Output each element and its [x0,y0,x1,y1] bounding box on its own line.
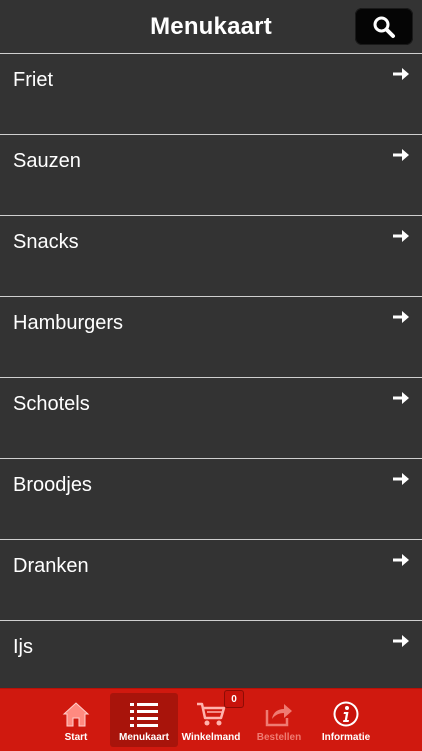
menu-item-schotels[interactable]: Schotels [0,377,422,458]
menu-item-label: Schotels [13,393,90,415]
list-icon [129,699,159,729]
top-bar: Menukaart [0,0,422,53]
arrow-right-icon [393,311,409,323]
arrow-right-icon [393,635,409,647]
menu-item-label: Hamburgers [13,312,124,334]
arrow-right-icon [393,230,409,242]
menu-item-label: Dranken [13,555,89,577]
tab-bar: Start Menukaart Winkelmand Bestellen Inf… [0,688,422,751]
menu-item-broodjes[interactable]: Broodjes [0,458,422,539]
menu-item-label: Friet [13,69,53,91]
arrow-right-icon [393,392,409,404]
menu-item-label: Sauzen [13,150,81,172]
search-button[interactable] [355,8,413,45]
cart-icon [196,699,226,729]
cart-count-badge: 0 [224,690,244,708]
arrow-right-icon [393,554,409,566]
arrow-right-icon [393,149,409,161]
tab-start[interactable]: Start [42,693,110,747]
search-icon [373,16,395,38]
menu-item-sauzen[interactable]: Sauzen [0,134,422,215]
tab-label: Winkelmand [181,732,241,743]
home-icon [61,699,91,729]
tab-label: Informatie [321,732,371,743]
arrow-right-icon [393,473,409,485]
menu-item-label: Broodjes [13,474,92,496]
info-icon [331,699,361,729]
tab-menukaart[interactable]: Menukaart [110,693,178,747]
menu-item-snacks[interactable]: Snacks [0,215,422,296]
tab-label: Menukaart [118,732,169,743]
tab-label: Start [64,732,88,743]
tab-bestellen[interactable]: Bestellen [245,693,313,747]
menu-list: Friet Sauzen Snacks Hamburgers Schotels … [0,53,422,688]
menu-item-ijs[interactable]: Ijs [0,620,422,688]
tab-informatie[interactable]: Informatie [312,693,380,747]
menu-item-label: Snacks [13,231,79,253]
share-icon [264,699,294,729]
tab-label: Bestellen [256,732,302,743]
menu-item-label: Ijs [13,636,33,658]
page-title: Menukaart [150,12,272,40]
menu-item-friet[interactable]: Friet [0,53,422,134]
menu-item-dranken[interactable]: Dranken [0,539,422,620]
menu-item-hamburgers[interactable]: Hamburgers [0,296,422,377]
arrow-right-icon [393,68,409,80]
